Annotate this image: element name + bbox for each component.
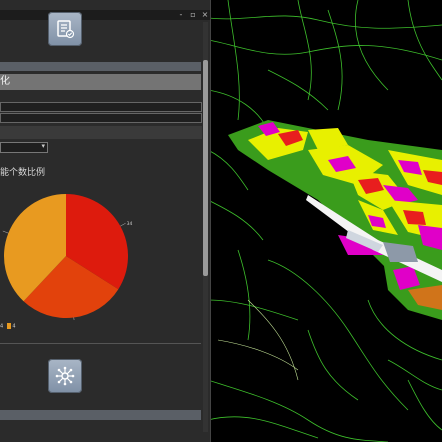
section-divider-bar-bottom bbox=[0, 410, 201, 420]
chart-title: 能个数比例 bbox=[0, 168, 46, 178]
scrollbar-thumb[interactable] bbox=[203, 60, 208, 276]
panel-titlebar: - ▫ × bbox=[0, 10, 210, 20]
legend-label-2: 4 bbox=[12, 323, 16, 330]
legend-swatch bbox=[6, 323, 11, 329]
city-plan-render bbox=[208, 0, 442, 442]
network-hub-icon bbox=[55, 366, 75, 386]
pie-slice-label: 34 bbox=[127, 221, 133, 227]
legend: 4 4 bbox=[0, 323, 16, 330]
close-button[interactable]: × bbox=[200, 10, 210, 20]
input-field-3[interactable] bbox=[0, 126, 202, 139]
document-check-icon bbox=[57, 20, 75, 39]
pie-chart: 34284 bbox=[2, 194, 133, 320]
category-dropdown[interactable]: ▾ bbox=[0, 142, 48, 153]
minimize-button[interactable]: - bbox=[176, 10, 186, 20]
legend-label-1: 4 bbox=[0, 323, 4, 330]
pie-leader-line bbox=[73, 317, 75, 320]
network-analysis-button[interactable] bbox=[48, 359, 82, 393]
secondary-roads bbox=[217, 299, 299, 381]
pie-leader-line bbox=[2, 230, 9, 234]
section-divider bbox=[0, 343, 201, 344]
document-check-button[interactable] bbox=[48, 12, 82, 46]
pie-leader-line bbox=[120, 223, 126, 227]
section-divider-bar bbox=[0, 62, 201, 71]
input-field-1[interactable] bbox=[0, 102, 202, 112]
analysis-panel: - ▫ × 化 ▾ 能个数比例 34284 4 4 bbox=[0, 0, 211, 442]
chevron-down-icon: ▾ bbox=[41, 142, 45, 150]
section-header[interactable]: 化 bbox=[0, 74, 201, 90]
restore-button[interactable]: ▫ bbox=[188, 10, 198, 20]
input-field-2[interactable] bbox=[0, 113, 202, 123]
3d-map-viewport[interactable] bbox=[208, 0, 442, 442]
